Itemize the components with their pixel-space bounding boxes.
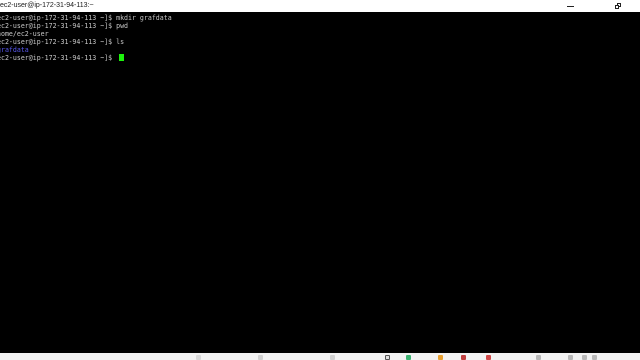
taskbar-app-icon[interactable]	[258, 355, 263, 360]
taskbar-app-icon[interactable]	[406, 355, 411, 360]
taskbar-app-icon[interactable]	[438, 355, 443, 360]
window-title: ec2-user@ip-172-31-94-113:~	[0, 2, 94, 9]
terminal-line: ec2-user@ip-172-31-94-113 ~]$ pwd	[0, 22, 129, 30]
terminal-line: home/ec2-user	[0, 30, 49, 38]
window-titlebar[interactable]: ec2-user@ip-172-31-94-113:~	[0, 0, 640, 12]
minimize-button[interactable]	[556, 0, 584, 12]
minimize-icon	[566, 5, 574, 7]
taskbar-app-icon[interactable]	[582, 355, 587, 360]
taskbar-app-icon[interactable]	[592, 355, 597, 360]
directory-listing: grafdata	[0, 46, 29, 54]
taskbar-app-icon[interactable]	[486, 355, 491, 360]
taskbar-app-icon[interactable]	[568, 355, 573, 360]
restore-icon	[615, 3, 621, 9]
terminal-window: ec2-user@ip-172-31-94-113:~ ec2-user@ip-…	[0, 0, 640, 360]
terminal-output[interactable]: ec2-user@ip-172-31-94-113 ~]$ mkdir graf…	[0, 13, 640, 353]
terminal-prompt: ec2-user@ip-172-31-94-113 ~]$	[0, 54, 113, 62]
taskbar-app-icon[interactable]	[536, 355, 541, 360]
terminal-line: ec2-user@ip-172-31-94-113 ~]$ mkdir graf…	[0, 14, 172, 22]
taskbar-app-icon[interactable]	[385, 355, 390, 360]
terminal-cursor	[119, 54, 124, 61]
taskbar	[0, 353, 640, 360]
taskbar-app-icon[interactable]	[330, 355, 335, 360]
restore-button[interactable]	[604, 0, 632, 12]
terminal-line: ec2-user@ip-172-31-94-113 ~]$ ls	[0, 38, 125, 46]
taskbar-app-icon[interactable]	[196, 355, 201, 360]
taskbar-app-icon[interactable]	[461, 355, 466, 360]
